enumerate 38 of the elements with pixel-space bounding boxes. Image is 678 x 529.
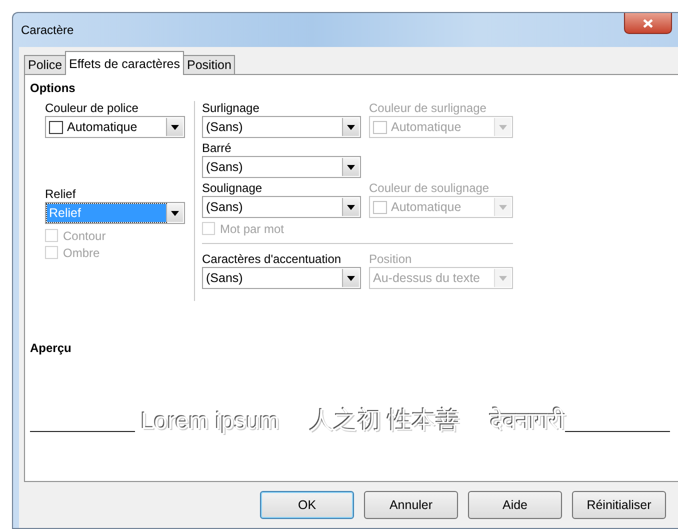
dropdown[interactable]: (Sans): [202, 116, 361, 138]
dropdown-arrow-icon: [347, 204, 355, 210]
dropdown[interactable]: (Sans): [202, 156, 361, 178]
field-label: Position: [369, 252, 413, 267]
close-button[interactable]: [624, 13, 672, 34]
dropdown-arrow-icon: [171, 124, 179, 130]
dialog-button[interactable]: Réinitialiser: [572, 491, 666, 519]
dialog-button[interactable]: Aide: [468, 491, 562, 519]
dropdown-arrow-icon: [499, 276, 507, 280]
dropdown[interactable]: (Sans): [202, 267, 361, 289]
section-heading: Options: [30, 81, 76, 95]
window-title: Caractère: [20, 23, 74, 37]
preview-text: Lorem ipsum: [140, 408, 280, 436]
dropdown[interactable]: Automatique: [45, 116, 185, 138]
dropdown[interactable]: (Sans): [202, 196, 361, 218]
field-label: Relief: [45, 187, 77, 202]
field-label: Couleur de police: [45, 101, 140, 116]
field-label: Soulignage: [202, 181, 264, 196]
field-label: Caractères d'accentuation: [202, 252, 342, 267]
tab[interactable]: Effets de caractères: [65, 51, 184, 75]
dropdown-arrow-icon: [499, 124, 507, 130]
dropdown-arrow-icon: [347, 276, 355, 280]
section-heading: Aperçu: [30, 341, 72, 355]
dropdown-arrow-icon: [347, 164, 355, 170]
dropdown-arrow-icon: [499, 204, 507, 210]
tab[interactable]: Position: [182, 55, 236, 75]
field-label: Surlignage: [202, 101, 260, 116]
dialog-button[interactable]: OK: [260, 491, 354, 519]
dialog-button[interactable]: Annuler: [364, 491, 458, 519]
field-label: Couleur de surlignage: [369, 101, 488, 116]
dropdown-arrow-icon: [347, 124, 355, 130]
preview-text: देवनागरी: [490, 406, 566, 436]
field-label: Couleur de soulignage: [369, 181, 490, 196]
tab[interactable]: Police: [24, 55, 66, 75]
field-label: Barré: [202, 141, 232, 156]
preview-text: 人之初 性本善: [310, 406, 460, 436]
dropdown-arrow-icon: [171, 210, 179, 216]
close-icon: [643, 18, 653, 28]
